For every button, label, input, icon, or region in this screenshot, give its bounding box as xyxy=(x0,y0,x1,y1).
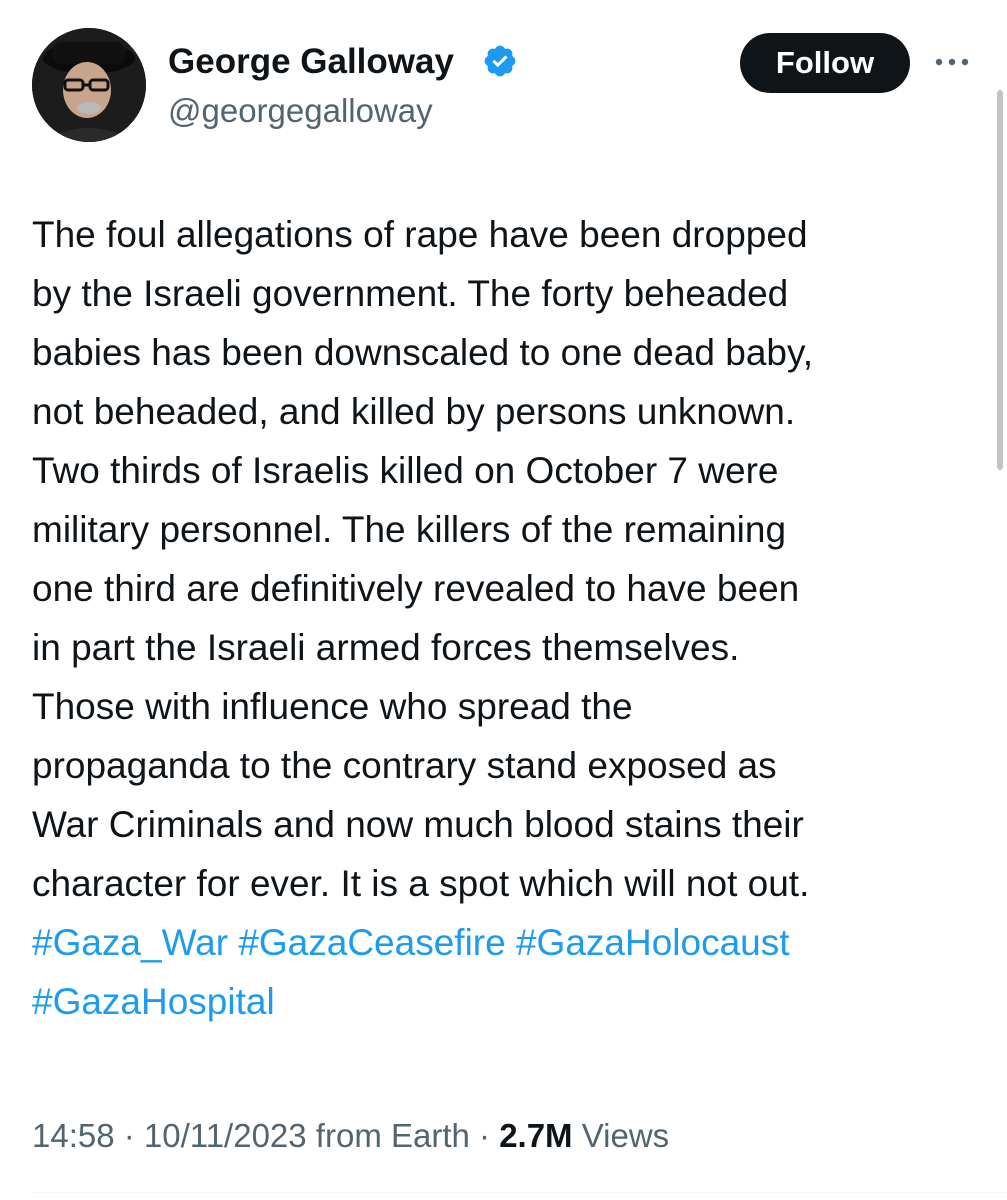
tweet-line: by the Israeli government. The forty beh… xyxy=(32,273,789,314)
hashtag-gaza-holocaust[interactable]: #GazaHolocaust xyxy=(516,922,790,963)
meta-separator: · xyxy=(114,1117,144,1154)
tweet-page: George Galloway @georgegalloway Follow T… xyxy=(0,0,1007,1200)
hashtag-line: #GazaHospital xyxy=(32,972,982,1031)
tweet-source: from Earth xyxy=(306,1117,470,1154)
views-count[interactable]: 2.7M xyxy=(499,1117,572,1154)
verified-badge-icon xyxy=(484,45,516,77)
author-name[interactable]: George Galloway xyxy=(168,38,454,86)
tweet-line: military personnel. The killers of the r… xyxy=(32,509,787,550)
tweet-time[interactable]: 14:58 xyxy=(32,1117,115,1154)
divider xyxy=(32,1192,1007,1193)
avatar-image xyxy=(32,28,146,142)
tweet-line: Two thirds of Israelis killed on October… xyxy=(32,450,779,491)
hashtag-gaza-hospital[interactable]: #GazaHospital xyxy=(32,981,275,1022)
ellipsis-icon[interactable] xyxy=(932,50,972,74)
tweet-line: one third are definitively revealed to h… xyxy=(32,568,800,609)
follow-button[interactable]: Follow xyxy=(740,33,910,93)
tweet-line: in part the Israeli armed forces themsel… xyxy=(32,627,740,668)
tweet-line: not beheaded, and killed by persons unkn… xyxy=(32,391,796,432)
author-handle[interactable]: @georgegalloway xyxy=(168,88,433,134)
meta-separator: · xyxy=(469,1117,500,1154)
tweet-text: The foul allegations of rape have been d… xyxy=(32,205,982,1031)
scrollbar[interactable] xyxy=(997,90,1003,470)
author-avatar[interactable] xyxy=(32,28,146,142)
hashtag-gaza-ceasefire[interactable]: #GazaCeasefire xyxy=(238,922,505,963)
tweet-date[interactable]: 10/11/2023 xyxy=(144,1117,307,1154)
tweet-line: propaganda to the contrary stand exposed… xyxy=(32,745,777,786)
hashtag-gaza-war[interactable]: #Gaza_War xyxy=(32,922,228,963)
views-label: Views xyxy=(572,1117,670,1154)
tweet-line: babies has been downscaled to one dead b… xyxy=(32,332,814,373)
tweet-meta: 14:58 · 10/11/2023 from Earth · 2.7M Vie… xyxy=(32,1112,669,1160)
tweet-line: Those with influence who spread the xyxy=(32,686,633,727)
hashtag-line: #Gaza_War #GazaCeasefire #GazaHolocaust xyxy=(32,913,982,972)
tweet-line: War Criminals and now much blood stains … xyxy=(32,804,804,845)
tweet-line: character for ever. It is a spot which w… xyxy=(32,863,810,904)
tweet-line: The foul allegations of rape have been d… xyxy=(32,214,808,255)
